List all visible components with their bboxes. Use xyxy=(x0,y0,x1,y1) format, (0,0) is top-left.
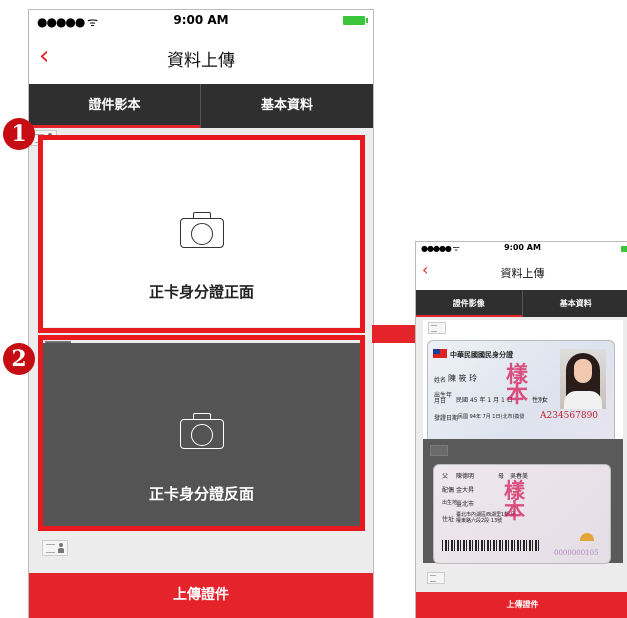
tab-label: 基本資料 xyxy=(261,98,313,113)
birthplace-label: 出生地 xyxy=(442,499,457,506)
status-bar: ●●●●● ᯤ 9:00 AM xyxy=(416,242,627,256)
issue-label: 發證日期 xyxy=(434,413,458,422)
spouse-label: 配偶 xyxy=(442,485,454,494)
sample-stamp: 樣本 xyxy=(506,365,532,405)
id-card-icon xyxy=(427,572,445,584)
name-label: 姓名 xyxy=(434,375,446,384)
page-title: 資料上傳 xyxy=(416,265,627,281)
father-label: 父 xyxy=(442,471,448,480)
tab-label: 證件影本 xyxy=(88,98,140,113)
seal-icon xyxy=(580,533,594,541)
gender-value: 女 xyxy=(542,395,548,404)
tab-label: 證件影像 xyxy=(453,299,485,308)
status-time: 9:00 AM xyxy=(29,13,373,27)
right-phone-screen: ●●●●● ᯤ 9:00 AM ‹ 資料上傳 證件影像 基本資料 中華民國國民身… xyxy=(415,241,627,618)
tab-bar: 證件影本 基本資料 xyxy=(29,84,373,128)
status-time: 9:00 AM xyxy=(416,243,627,252)
step-1-badge: 1 xyxy=(3,118,35,150)
status-bar: ●●●●● ᯤ 9:00 AM xyxy=(29,10,373,32)
taiwan-flag-icon xyxy=(433,349,447,358)
tab-id-image[interactable]: 證件影像 xyxy=(416,290,523,317)
tab-id-copy[interactable]: 證件影本 xyxy=(29,84,201,128)
battery-icon xyxy=(343,16,365,25)
tab-bar: 證件影像 基本資料 xyxy=(416,290,627,317)
barcode xyxy=(442,540,540,551)
birth-date: 民國 45 年 1 月 1 日 xyxy=(456,395,513,404)
holder-name: 陳 筱 玲 xyxy=(448,373,477,384)
upload-id-button[interactable]: 上傳證件 xyxy=(29,573,373,618)
spouse-name: 金大昇 xyxy=(456,485,474,494)
nav-bar: ‹ 資料上傳 xyxy=(416,256,627,290)
step-2-badge: 2 xyxy=(3,343,35,375)
active-tab-indicator xyxy=(416,315,522,317)
callout-front-frame xyxy=(38,135,365,333)
birthplace-value: 臺北市 xyxy=(456,499,474,508)
holder-portrait xyxy=(560,349,606,409)
id-card-front-sample: 中華民國國民身分證 姓名 陳 筱 玲 出生年月日 民國 45 年 1 月 1 日… xyxy=(427,340,615,447)
tab-basic-info[interactable]: 基本資料 xyxy=(523,290,627,317)
id-header: 中華民國國民身分證 xyxy=(450,350,513,360)
id-card-icon xyxy=(430,445,448,456)
callout-back-frame xyxy=(38,335,365,531)
issue-date: 民國 94年 7月 1日(北市)換發 xyxy=(458,413,524,420)
page-title: 資料上傳 xyxy=(29,46,373,71)
sample-stamp: 樣本 xyxy=(504,481,530,521)
upload-id-button[interactable]: 上傳證件 xyxy=(416,592,627,618)
id-number: A234567890 xyxy=(540,411,598,421)
battery-icon xyxy=(621,246,627,252)
active-tab-indicator xyxy=(29,125,200,128)
birth-label: 出生年月日 xyxy=(434,393,452,405)
tab-basic-info[interactable]: 基本資料 xyxy=(201,84,373,128)
id-card-back-sample: 父 陳德明 母 吳春美 配偶 金大昇 出生地 臺北市 住址 臺北市內湖區西湖里1… xyxy=(433,464,611,564)
id-card-icon xyxy=(42,540,68,556)
serial-number: 0000000105 xyxy=(554,549,599,557)
nav-bar: ‹ 資料上傳 xyxy=(29,32,373,84)
tab-label: 基本資料 xyxy=(560,299,592,308)
address-label: 住址 xyxy=(442,514,454,523)
arrow-right-icon xyxy=(372,325,418,343)
father-name: 陳德明 xyxy=(456,471,474,480)
id-card-icon xyxy=(428,322,446,334)
